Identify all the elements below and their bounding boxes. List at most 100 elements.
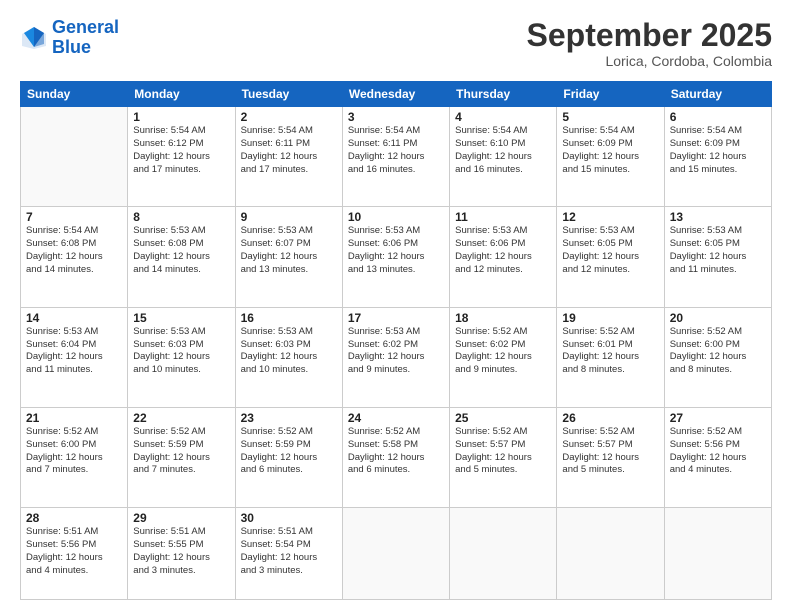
weekday-header: Monday (128, 82, 235, 107)
logo-general: General (52, 17, 119, 37)
calendar-cell (21, 107, 128, 207)
cell-day-number: 4 (455, 110, 551, 124)
cell-day-number: 17 (348, 311, 444, 325)
calendar-cell: 7Sunrise: 5:54 AMSunset: 6:08 PMDaylight… (21, 207, 128, 307)
cell-sun-info: Sunrise: 5:52 AMSunset: 5:57 PMDaylight:… (562, 426, 658, 477)
cell-day-number: 13 (670, 210, 766, 224)
calendar-cell: 26Sunrise: 5:52 AMSunset: 5:57 PMDayligh… (557, 407, 664, 507)
calendar-week-row: 7Sunrise: 5:54 AMSunset: 6:08 PMDaylight… (21, 207, 772, 307)
logo-blue: Blue (52, 37, 91, 57)
calendar-cell (664, 508, 771, 600)
cell-sun-info: Sunrise: 5:53 AMSunset: 6:02 PMDaylight:… (348, 326, 444, 377)
logo: General Blue (20, 18, 119, 58)
calendar-cell: 9Sunrise: 5:53 AMSunset: 6:07 PMDaylight… (235, 207, 342, 307)
calendar-cell: 12Sunrise: 5:53 AMSunset: 6:05 PMDayligh… (557, 207, 664, 307)
calendar-cell: 11Sunrise: 5:53 AMSunset: 6:06 PMDayligh… (450, 207, 557, 307)
calendar-cell: 14Sunrise: 5:53 AMSunset: 6:04 PMDayligh… (21, 307, 128, 407)
header: General Blue September 2025 Lorica, Cord… (20, 18, 772, 69)
cell-sun-info: Sunrise: 5:54 AMSunset: 6:11 PMDaylight:… (241, 125, 337, 176)
cell-day-number: 1 (133, 110, 229, 124)
cell-day-number: 26 (562, 411, 658, 425)
weekday-header: Friday (557, 82, 664, 107)
cell-sun-info: Sunrise: 5:52 AMSunset: 5:58 PMDaylight:… (348, 426, 444, 477)
calendar-cell: 20Sunrise: 5:52 AMSunset: 6:00 PMDayligh… (664, 307, 771, 407)
cell-sun-info: Sunrise: 5:53 AMSunset: 6:04 PMDaylight:… (26, 326, 122, 377)
cell-sun-info: Sunrise: 5:53 AMSunset: 6:08 PMDaylight:… (133, 225, 229, 276)
calendar-cell: 6Sunrise: 5:54 AMSunset: 6:09 PMDaylight… (664, 107, 771, 207)
cell-sun-info: Sunrise: 5:54 AMSunset: 6:10 PMDaylight:… (455, 125, 551, 176)
cell-sun-info: Sunrise: 5:51 AMSunset: 5:54 PMDaylight:… (241, 526, 337, 577)
calendar-cell: 30Sunrise: 5:51 AMSunset: 5:54 PMDayligh… (235, 508, 342, 600)
cell-sun-info: Sunrise: 5:52 AMSunset: 5:57 PMDaylight:… (455, 426, 551, 477)
cell-day-number: 12 (562, 210, 658, 224)
cell-day-number: 11 (455, 210, 551, 224)
calendar-cell: 29Sunrise: 5:51 AMSunset: 5:55 PMDayligh… (128, 508, 235, 600)
weekday-header-row: SundayMondayTuesdayWednesdayThursdayFrid… (21, 82, 772, 107)
weekday-header: Sunday (21, 82, 128, 107)
cell-day-number: 9 (241, 210, 337, 224)
calendar-cell: 25Sunrise: 5:52 AMSunset: 5:57 PMDayligh… (450, 407, 557, 507)
calendar-week-row: 14Sunrise: 5:53 AMSunset: 6:04 PMDayligh… (21, 307, 772, 407)
cell-sun-info: Sunrise: 5:54 AMSunset: 6:08 PMDaylight:… (26, 225, 122, 276)
cell-day-number: 22 (133, 411, 229, 425)
location: Lorica, Cordoba, Colombia (527, 53, 772, 69)
cell-day-number: 27 (670, 411, 766, 425)
cell-day-number: 28 (26, 511, 122, 525)
calendar-cell (557, 508, 664, 600)
cell-sun-info: Sunrise: 5:53 AMSunset: 6:03 PMDaylight:… (241, 326, 337, 377)
calendar-week-row: 28Sunrise: 5:51 AMSunset: 5:56 PMDayligh… (21, 508, 772, 600)
cell-day-number: 25 (455, 411, 551, 425)
cell-sun-info: Sunrise: 5:53 AMSunset: 6:05 PMDaylight:… (670, 225, 766, 276)
cell-day-number: 20 (670, 311, 766, 325)
cell-day-number: 8 (133, 210, 229, 224)
cell-sun-info: Sunrise: 5:52 AMSunset: 6:02 PMDaylight:… (455, 326, 551, 377)
cell-sun-info: Sunrise: 5:53 AMSunset: 6:03 PMDaylight:… (133, 326, 229, 377)
calendar-cell: 28Sunrise: 5:51 AMSunset: 5:56 PMDayligh… (21, 508, 128, 600)
cell-sun-info: Sunrise: 5:53 AMSunset: 6:05 PMDaylight:… (562, 225, 658, 276)
logo-icon (20, 24, 48, 52)
cell-day-number: 18 (455, 311, 551, 325)
cell-day-number: 21 (26, 411, 122, 425)
page: General Blue September 2025 Lorica, Cord… (0, 0, 792, 612)
calendar-cell: 5Sunrise: 5:54 AMSunset: 6:09 PMDaylight… (557, 107, 664, 207)
calendar-cell (342, 508, 449, 600)
cell-day-number: 14 (26, 311, 122, 325)
calendar-cell: 18Sunrise: 5:52 AMSunset: 6:02 PMDayligh… (450, 307, 557, 407)
cell-sun-info: Sunrise: 5:52 AMSunset: 6:00 PMDaylight:… (670, 326, 766, 377)
cell-sun-info: Sunrise: 5:52 AMSunset: 5:59 PMDaylight:… (133, 426, 229, 477)
cell-sun-info: Sunrise: 5:51 AMSunset: 5:55 PMDaylight:… (133, 526, 229, 577)
cell-sun-info: Sunrise: 5:52 AMSunset: 6:01 PMDaylight:… (562, 326, 658, 377)
calendar-cell: 27Sunrise: 5:52 AMSunset: 5:56 PMDayligh… (664, 407, 771, 507)
cell-sun-info: Sunrise: 5:52 AMSunset: 5:56 PMDaylight:… (670, 426, 766, 477)
logo-text: General Blue (52, 18, 119, 58)
calendar-cell: 23Sunrise: 5:52 AMSunset: 5:59 PMDayligh… (235, 407, 342, 507)
calendar-cell: 19Sunrise: 5:52 AMSunset: 6:01 PMDayligh… (557, 307, 664, 407)
cell-day-number: 7 (26, 210, 122, 224)
cell-sun-info: Sunrise: 5:53 AMSunset: 6:06 PMDaylight:… (348, 225, 444, 276)
calendar-cell: 8Sunrise: 5:53 AMSunset: 6:08 PMDaylight… (128, 207, 235, 307)
calendar-cell (450, 508, 557, 600)
calendar-cell: 16Sunrise: 5:53 AMSunset: 6:03 PMDayligh… (235, 307, 342, 407)
cell-sun-info: Sunrise: 5:54 AMSunset: 6:09 PMDaylight:… (562, 125, 658, 176)
calendar-cell: 15Sunrise: 5:53 AMSunset: 6:03 PMDayligh… (128, 307, 235, 407)
calendar-cell: 4Sunrise: 5:54 AMSunset: 6:10 PMDaylight… (450, 107, 557, 207)
cell-day-number: 2 (241, 110, 337, 124)
cell-day-number: 15 (133, 311, 229, 325)
calendar-week-row: 21Sunrise: 5:52 AMSunset: 6:00 PMDayligh… (21, 407, 772, 507)
cell-sun-info: Sunrise: 5:53 AMSunset: 6:06 PMDaylight:… (455, 225, 551, 276)
calendar-cell: 24Sunrise: 5:52 AMSunset: 5:58 PMDayligh… (342, 407, 449, 507)
weekday-header: Wednesday (342, 82, 449, 107)
cell-day-number: 16 (241, 311, 337, 325)
cell-sun-info: Sunrise: 5:54 AMSunset: 6:12 PMDaylight:… (133, 125, 229, 176)
calendar-cell: 22Sunrise: 5:52 AMSunset: 5:59 PMDayligh… (128, 407, 235, 507)
cell-day-number: 19 (562, 311, 658, 325)
calendar-week-row: 1Sunrise: 5:54 AMSunset: 6:12 PMDaylight… (21, 107, 772, 207)
calendar-cell: 17Sunrise: 5:53 AMSunset: 6:02 PMDayligh… (342, 307, 449, 407)
cell-day-number: 23 (241, 411, 337, 425)
weekday-header: Thursday (450, 82, 557, 107)
cell-sun-info: Sunrise: 5:54 AMSunset: 6:11 PMDaylight:… (348, 125, 444, 176)
weekday-header: Tuesday (235, 82, 342, 107)
cell-sun-info: Sunrise: 5:52 AMSunset: 5:59 PMDaylight:… (241, 426, 337, 477)
cell-sun-info: Sunrise: 5:54 AMSunset: 6:09 PMDaylight:… (670, 125, 766, 176)
cell-sun-info: Sunrise: 5:52 AMSunset: 6:00 PMDaylight:… (26, 426, 122, 477)
